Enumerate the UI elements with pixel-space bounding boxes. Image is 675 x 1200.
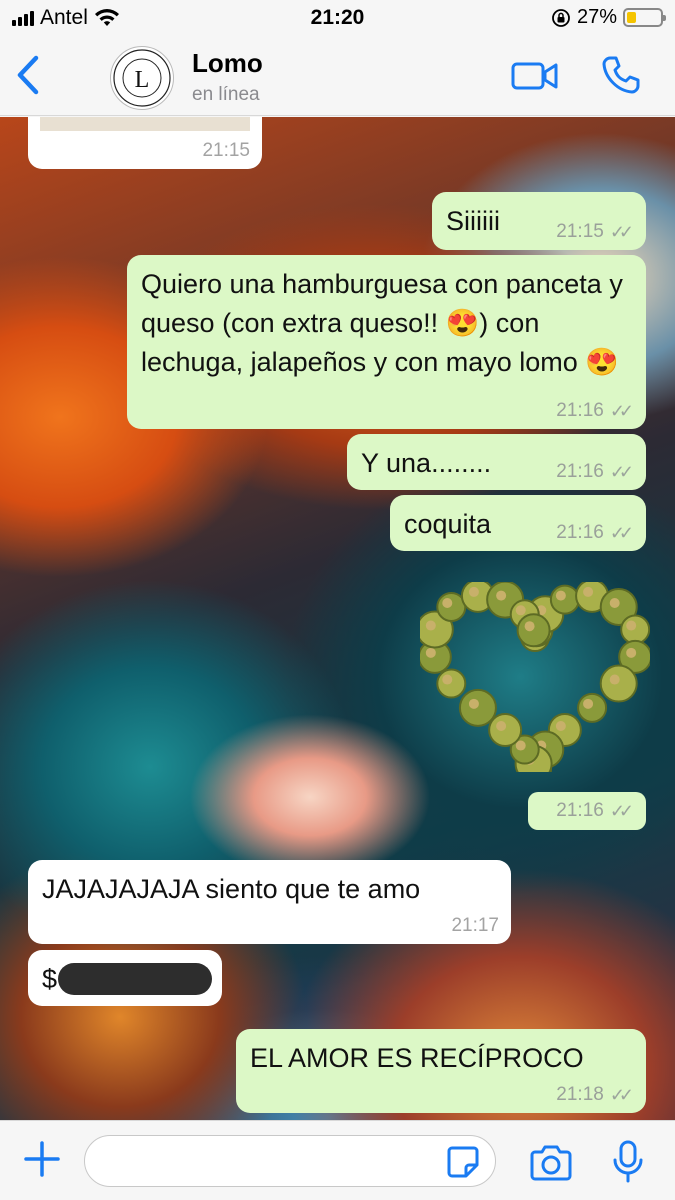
sticker-cluster-detail xyxy=(515,605,526,616)
back-chevron-icon[interactable] xyxy=(10,52,46,98)
message-outgoing[interactable]: Siiiiii 21:15 ✓✓ xyxy=(432,192,646,250)
chat-area[interactable]: 21:15 Siiiiii 21:15 ✓✓ Quiero una hambur… xyxy=(0,117,675,1120)
message-outgoing[interactable]: Quiero una hamburguesa con panceta y que… xyxy=(127,255,646,429)
sticker-cluster-detail xyxy=(609,597,620,608)
sticker-cluster-detail xyxy=(425,620,436,631)
sticker-cluster-detail xyxy=(583,586,594,597)
sticker-cluster-detail xyxy=(515,740,526,751)
message-meta: 21:15 xyxy=(202,141,250,161)
sticker-cluster xyxy=(620,614,650,645)
message-text: JAJAJAJAJA siento que te amo xyxy=(42,874,421,904)
sticker-cluster xyxy=(577,692,608,723)
sticker-cluster-detail xyxy=(442,597,453,608)
input-bar xyxy=(0,1120,675,1200)
message-meta: 21:18 ✓✓ xyxy=(556,1084,634,1106)
message-time: 21:16 xyxy=(556,400,604,421)
battery-percent: 27% xyxy=(576,6,617,28)
sticker-cluster-detail xyxy=(555,720,566,731)
message-text: EL AMOR ES RECÍPROCO xyxy=(250,1043,584,1073)
redaction-mark xyxy=(58,963,212,995)
message-input[interactable] xyxy=(84,1135,496,1187)
sticker-cluster-detail xyxy=(496,720,507,731)
camera-icon[interactable] xyxy=(528,1143,574,1183)
plus-icon[interactable] xyxy=(22,1139,62,1179)
status-right: 27% xyxy=(551,6,666,29)
avatar-letter: L xyxy=(135,67,150,93)
status-bar: Antel 21:20 27% xyxy=(0,0,675,38)
battery-fill xyxy=(627,12,636,23)
message-outgoing[interactable]: coquita 21:16 ✓✓ xyxy=(390,495,646,551)
heart-sticker[interactable] xyxy=(420,582,650,772)
microphone-icon[interactable] xyxy=(610,1139,646,1185)
sticker-timestamp: 21:16 ✓✓ xyxy=(528,792,646,830)
media-thumbnail xyxy=(40,117,250,131)
sticker-icon[interactable] xyxy=(446,1145,480,1179)
sticker-cluster xyxy=(599,664,638,703)
message-text: Siiiiii xyxy=(446,206,500,236)
message-time: 21:18 xyxy=(556,1084,604,1105)
sticker-cluster-detail xyxy=(425,647,436,658)
sticker-cluster-detail xyxy=(609,674,620,685)
double-check-icon: ✓✓ xyxy=(609,462,634,482)
message-outgoing[interactable]: Y una........ 21:16 ✓✓ xyxy=(347,434,646,490)
message-time: 21:17 xyxy=(451,915,499,936)
double-check-icon: ✓✓ xyxy=(609,401,634,421)
double-check-icon: ✓✓ xyxy=(609,222,634,242)
message-time: 21:16 xyxy=(556,522,604,543)
sticker-cluster xyxy=(458,688,497,727)
sticker-cluster-detail xyxy=(524,621,535,632)
message-incoming-media[interactable]: 21:15 xyxy=(28,117,262,169)
sticker-cluster xyxy=(488,712,523,747)
sticker-cluster-detail xyxy=(626,620,637,631)
sticker-cluster-detail xyxy=(555,590,566,601)
message-time: 21:16 xyxy=(556,461,604,482)
message-text: coquita xyxy=(404,509,492,539)
double-check-icon: ✓✓ xyxy=(609,801,634,821)
message-meta: 21:16 ✓✓ xyxy=(556,800,634,822)
message-meta: 21:15 ✓✓ xyxy=(556,221,634,243)
message-text: Quiero una hamburguesa con panceta y que… xyxy=(141,269,623,377)
sticker-cluster-detail xyxy=(583,698,594,709)
sticker-cluster xyxy=(436,668,467,699)
contact-status: en línea xyxy=(192,84,260,105)
message-meta: 21:16 ✓✓ xyxy=(556,400,634,422)
message-meta: 21:16 ✓✓ xyxy=(556,461,634,483)
contact-name[interactable]: Lomo xyxy=(192,48,263,79)
battery-icon xyxy=(623,8,666,27)
message-text: Y una........ xyxy=(361,448,492,478)
message-text: $ xyxy=(42,964,58,994)
video-camera-icon[interactable] xyxy=(510,56,560,96)
chat-header: L Lomo en línea xyxy=(0,38,675,116)
sticker-cluster-detail xyxy=(468,586,479,597)
sticker-cluster-detail xyxy=(442,674,453,685)
sticker-cluster xyxy=(516,613,551,648)
message-outgoing[interactable]: EL AMOR ES RECÍPROCO 21:18 ✓✓ xyxy=(236,1029,646,1113)
message-time: 21:16 xyxy=(556,800,604,821)
sticker-cluster-detail xyxy=(626,647,637,658)
lock-rotation-icon xyxy=(552,8,570,27)
double-check-icon: ✓✓ xyxy=(609,523,634,543)
sticker-cluster xyxy=(549,584,580,615)
double-check-icon: ✓✓ xyxy=(609,1085,634,1105)
avatar[interactable]: L xyxy=(110,46,174,110)
message-meta: 21:16 ✓✓ xyxy=(556,522,634,544)
message-time: 21:15 xyxy=(202,140,250,161)
sticker-cluster-detail xyxy=(468,698,479,709)
message-time: 21:15 xyxy=(556,221,604,242)
message-incoming[interactable]: JAJAJAJAJA siento que te amo 21:17 xyxy=(28,860,511,944)
sticker-cluster-detail xyxy=(496,590,507,601)
avatar-logo: L xyxy=(113,49,171,107)
phone-icon[interactable] xyxy=(600,54,642,96)
message-meta: 21:17 xyxy=(451,916,499,936)
